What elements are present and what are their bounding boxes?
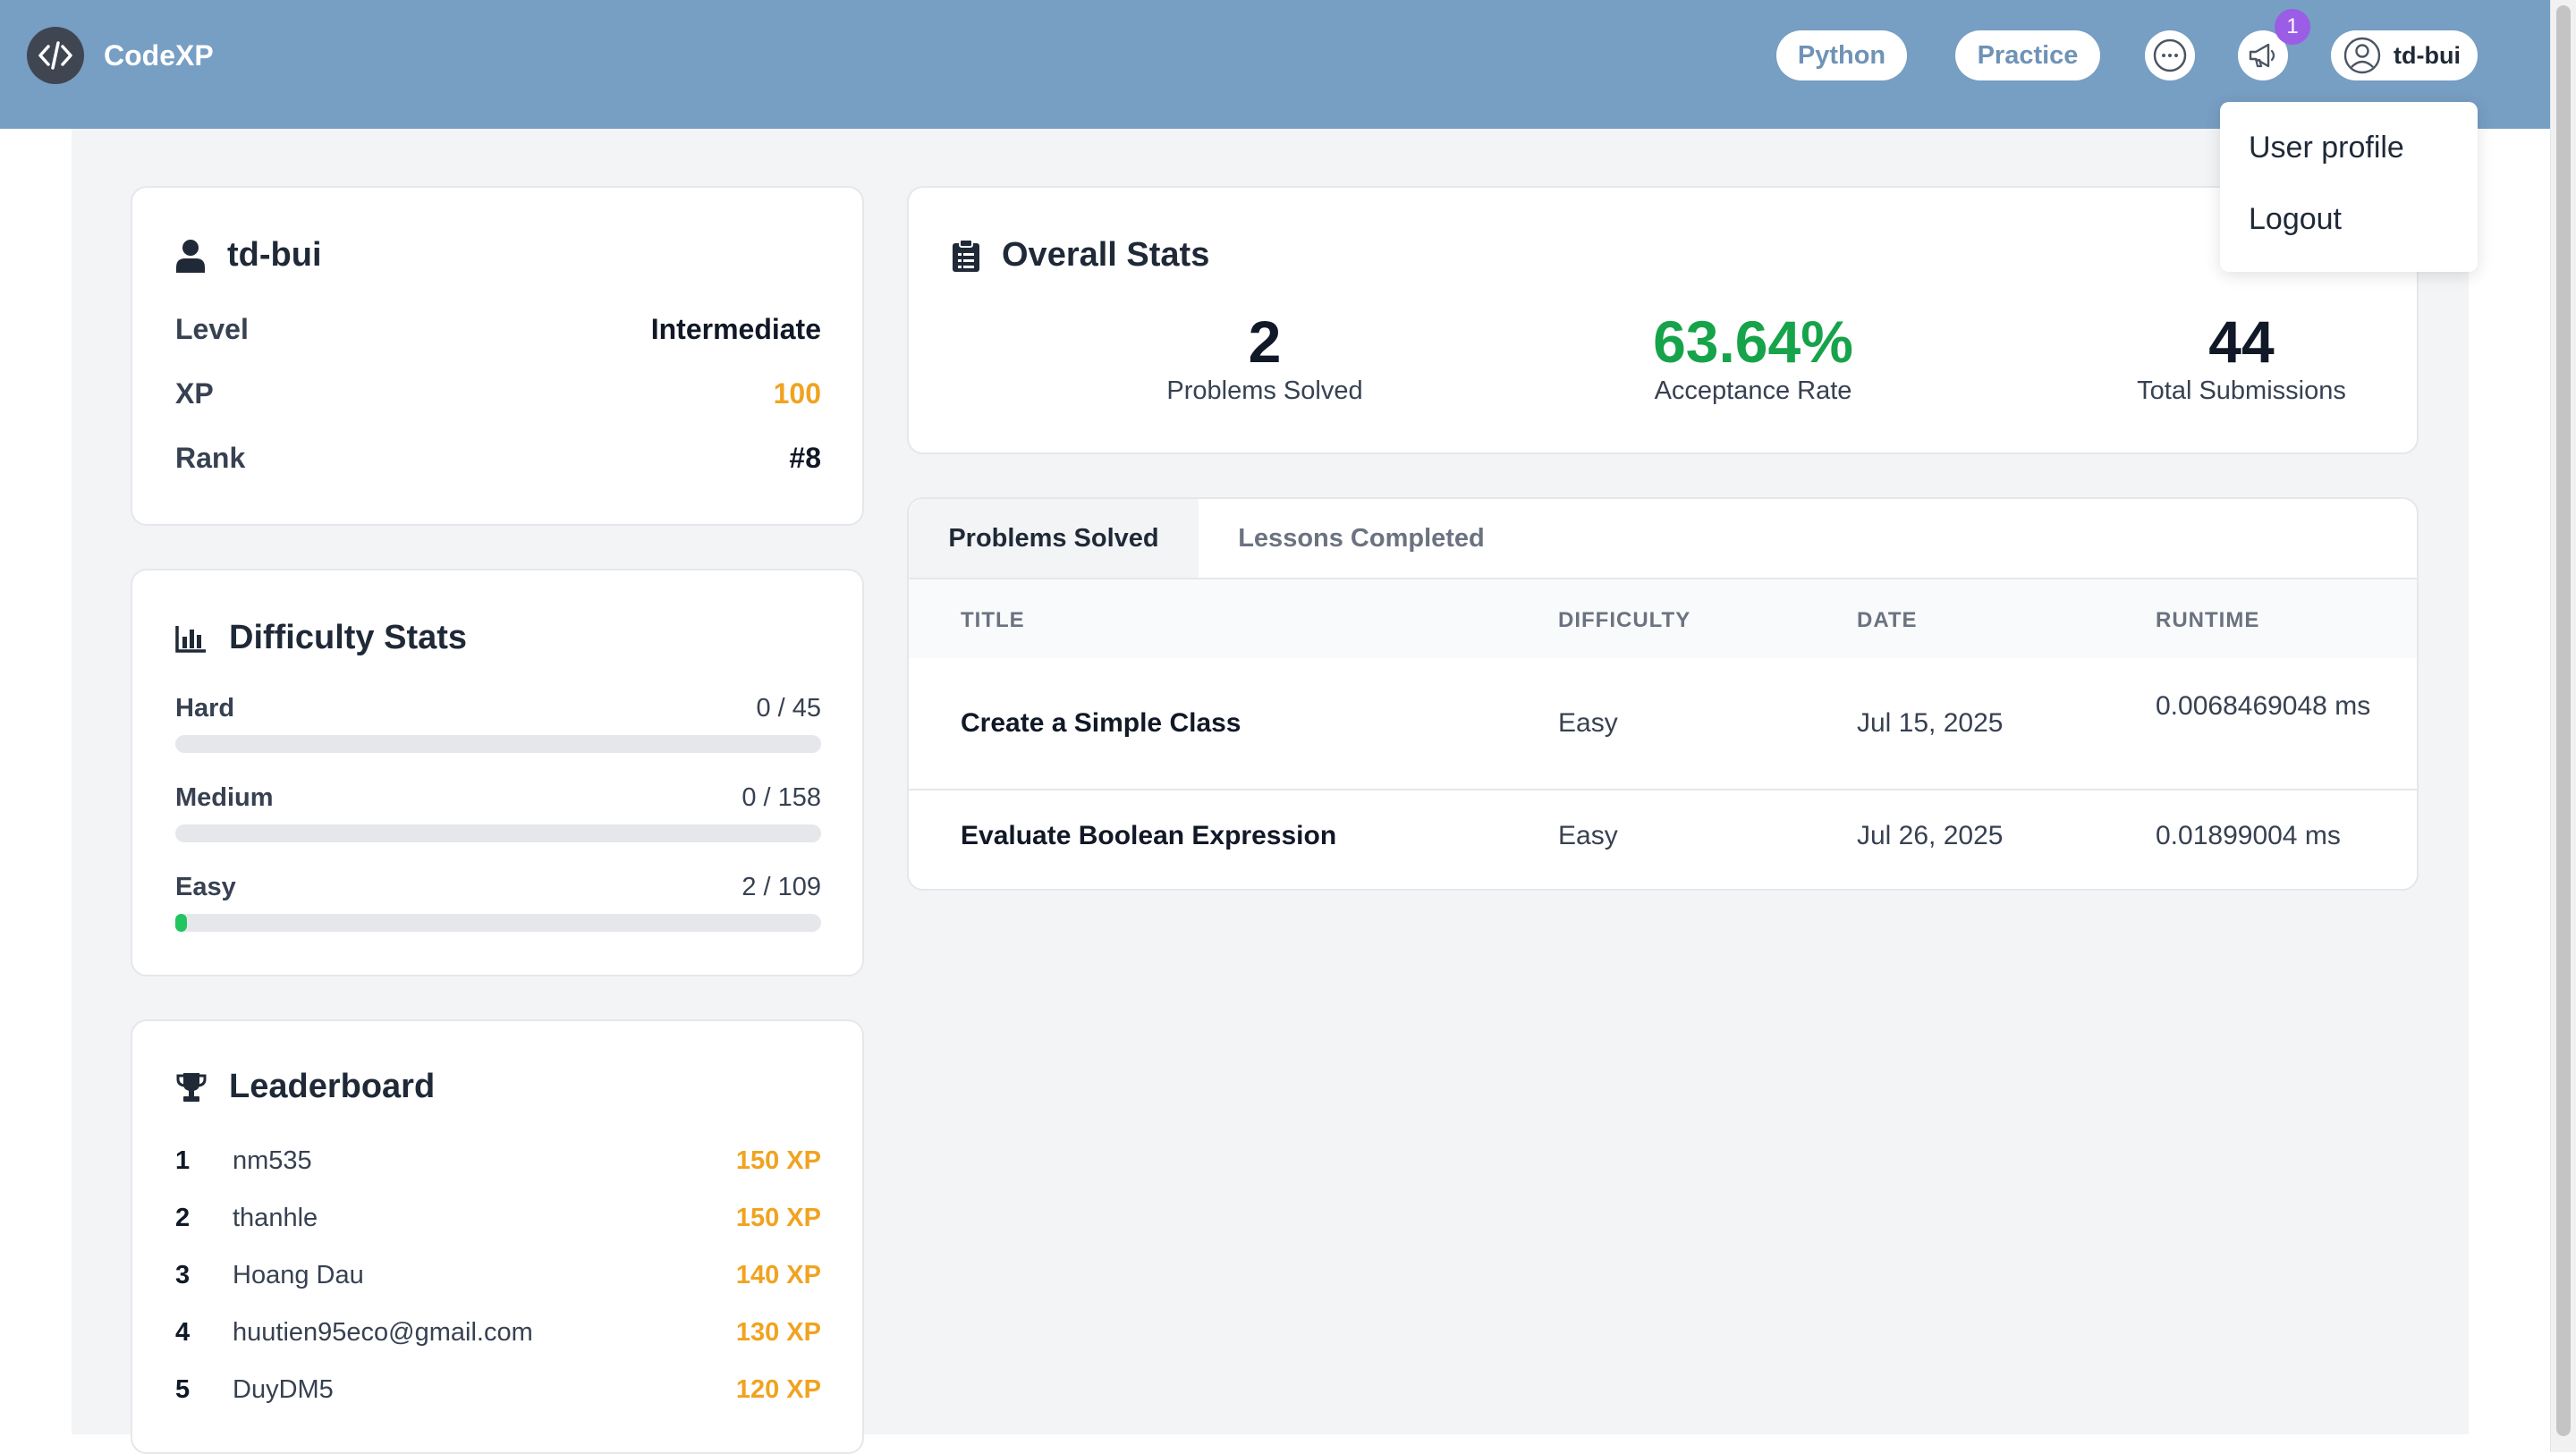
medium-label: Medium: [175, 783, 274, 812]
leaderboard-name[interactable]: Hoang Dau: [233, 1261, 364, 1290]
acceptance-rate-stat: 63.64% Acceptance Rate: [1547, 309, 1959, 406]
activity-card: Problems Solved Lessons Completed TITLE …: [907, 497, 2419, 891]
row-divider: [909, 789, 2417, 790]
leaderboard-xp: 150 XP: [735, 1204, 821, 1232]
profile-card-header: td-bui: [175, 236, 322, 275]
chat-icon: [2153, 38, 2187, 72]
problem-date: Jul 15, 2025: [1857, 708, 2004, 738]
activity-tabs: Problems Solved Lessons Completed: [909, 499, 2417, 579]
rank-value: #8: [789, 442, 821, 474]
problems-solved-label: Problems Solved: [1166, 376, 1363, 405]
hard-progress-bar: [175, 735, 821, 753]
problem-difficulty: Easy: [1558, 708, 1618, 738]
problems-solved-value: 2: [1248, 309, 1282, 375]
nav-python-button[interactable]: Python: [1776, 30, 1907, 80]
difficulty-stats-card: Difficulty Stats Hard 0 / 45 Medium 0 / …: [131, 569, 864, 976]
user-menu-button[interactable]: td-bui: [2331, 30, 2478, 80]
problem-title[interactable]: Create a Simple Class: [961, 708, 1241, 739]
profile-card: td-bui Level Intermediate XP 100 Rank #8: [131, 186, 864, 526]
rank-label: Rank: [175, 442, 246, 474]
problem-difficulty: Easy: [1558, 821, 1618, 850]
level-label: Level: [175, 313, 249, 345]
problem-date: Jul 26, 2025: [1857, 821, 2004, 850]
leaderboard-title: Leaderboard: [229, 1068, 436, 1105]
megaphone-icon: [2249, 43, 2275, 68]
notification-badge: 1: [2275, 9, 2310, 45]
leaderboard-xp: 120 XP: [735, 1375, 821, 1404]
acceptance-rate-label: Acceptance Rate: [1654, 376, 1852, 405]
acceptance-rate-value: 63.64%: [1653, 309, 1853, 375]
problem-runtime: 0.01899004 ms: [2156, 821, 2341, 850]
top-header: CodeXP Python Practice 1 td-bui: [0, 0, 2551, 129]
leaderboard-xp: 140 XP: [735, 1261, 821, 1289]
leaderboard-rank: 1: [175, 1146, 191, 1175]
medium-count: 0 / 158: [741, 783, 821, 812]
trophy-icon: [176, 1072, 207, 1102]
profile-username: td-bui: [227, 236, 322, 274]
leaderboard-rank: 5: [175, 1375, 191, 1404]
easy-progress-fill: [175, 914, 187, 932]
easy-label: Easy: [175, 873, 236, 901]
leaderboard-name[interactable]: huutien95eco@gmail.com: [233, 1318, 533, 1348]
column-header-runtime: RUNTIME: [2156, 608, 2260, 632]
leaderboard-name[interactable]: DuyDM5: [233, 1375, 334, 1405]
leaderboard-rank: 4: [175, 1318, 191, 1347]
tab-lessons-completed[interactable]: Lessons Completed: [1199, 499, 1524, 578]
code-icon: [27, 27, 84, 84]
scrollbar-thumb[interactable]: [2556, 5, 2571, 1436]
leaderboard-name[interactable]: nm535: [233, 1146, 312, 1176]
chat-button[interactable]: [2145, 30, 2195, 80]
total-submissions-label: Total Submissions: [2137, 376, 2346, 405]
problems-solved-stat: 2 Problems Solved: [1059, 309, 1470, 406]
page-scrollbar[interactable]: [2550, 0, 2576, 1452]
problem-runtime: 0.0068469048 ms: [2156, 691, 2371, 721]
user-profile-menu-item[interactable]: User profile: [2249, 131, 2404, 165]
total-submissions-value: 44: [2208, 309, 2275, 375]
column-header-difficulty: DIFFICULTY: [1558, 608, 1691, 632]
difficulty-stats-header: Difficulty Stats: [175, 619, 467, 657]
hard-label: Hard: [175, 694, 235, 723]
user-dropdown-menu: User profile Logout: [2220, 102, 2478, 272]
leaderboard-rank: 2: [175, 1204, 191, 1232]
clipboard-icon: [953, 238, 979, 272]
xp-label: XP: [175, 377, 214, 410]
leaderboard-xp: 130 XP: [735, 1318, 821, 1347]
leaderboard-header: Leaderboard: [175, 1068, 435, 1106]
app-name: CodeXP: [104, 38, 214, 72]
easy-count: 2 / 109: [741, 873, 821, 901]
column-header-title: TITLE: [961, 608, 1025, 632]
user-menu-username: td-bui: [2394, 41, 2461, 69]
leaderboard-xp: 150 XP: [735, 1146, 821, 1175]
problem-title[interactable]: Evaluate Boolean Expression: [961, 821, 1336, 851]
leaderboard-name[interactable]: thanhle: [233, 1204, 318, 1233]
overall-stats-card: Overall Stats 2 Problems Solved 63.64% A…: [907, 186, 2419, 454]
bar-chart-icon: [175, 625, 206, 653]
easy-progress-bar: [175, 914, 821, 932]
total-submissions-stat: 44 Total Submissions: [2036, 309, 2447, 406]
user-avatar-icon: [2343, 37, 2381, 74]
medium-progress-bar: [175, 824, 821, 842]
overall-stats-title: Overall Stats: [1002, 236, 1210, 274]
leaderboard-card: Leaderboard 1 nm535 150 XP 2 thanhle 150…: [131, 1019, 864, 1454]
overall-stats-header: Overall Stats: [952, 236, 1209, 275]
column-header-date: DATE: [1857, 608, 1918, 632]
user-icon: [176, 239, 205, 273]
leaderboard-rank: 3: [175, 1261, 191, 1289]
difficulty-stats-title: Difficulty Stats: [229, 619, 468, 656]
nav-practice-button[interactable]: Practice: [1955, 30, 2100, 80]
level-value: Intermediate: [650, 313, 821, 345]
xp-value: 100: [773, 377, 821, 410]
tab-problems-solved[interactable]: Problems Solved: [909, 499, 1199, 578]
table-header: TITLE DIFFICULTY DATE RUNTIME: [909, 579, 2417, 658]
hard-count: 0 / 45: [756, 694, 821, 723]
logout-menu-item[interactable]: Logout: [2249, 202, 2342, 237]
app-logo[interactable]: CodeXP: [27, 27, 214, 84]
